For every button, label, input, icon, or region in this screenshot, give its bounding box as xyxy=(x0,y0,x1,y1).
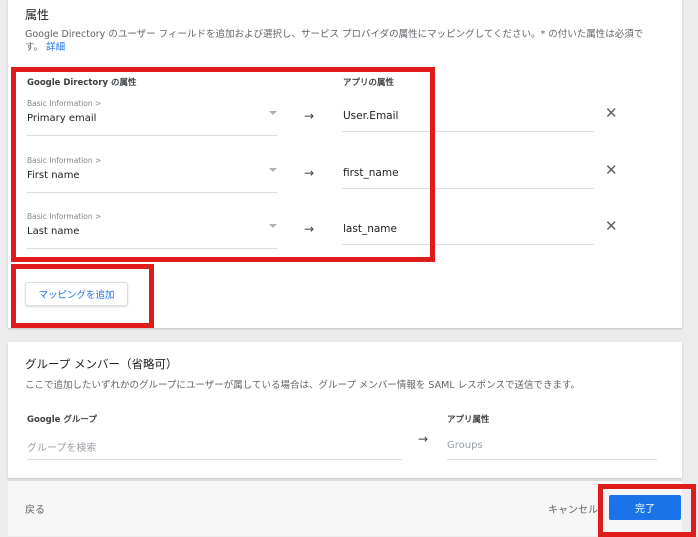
group-column-header-target: アプリ属性 xyxy=(447,415,490,425)
group-search-input[interactable]: グループを検索 xyxy=(27,433,402,460)
section-description: Google Directory のユーザー フィールドを追加および選択し、サー… xyxy=(25,29,644,53)
group-column-header-source: Google グループ xyxy=(27,415,97,425)
group-attribute-input[interactable]: Groups xyxy=(447,437,657,460)
section-title: 属性 xyxy=(25,8,50,22)
cancel-button[interactable]: キャンセル xyxy=(548,501,598,516)
back-button[interactable]: 戻る xyxy=(25,501,45,516)
highlight-box-add-button xyxy=(11,264,154,328)
footer-bar: 戻る キャンセル 完了 xyxy=(8,480,682,536)
close-icon[interactable]: ✕ xyxy=(605,217,618,235)
close-icon[interactable]: ✕ xyxy=(605,104,618,122)
details-link[interactable]: 詳細 xyxy=(46,42,65,53)
group-membership-card: グループ メンバー（省略可） ここで追加したいずれかのグループにユーザーが属して… xyxy=(8,342,682,478)
group-section-description: ここで追加したいずれかのグループにユーザーが属している場合は、グループ メンバー… xyxy=(25,380,581,391)
group-section-title: グループ メンバー（省略可） xyxy=(25,357,178,371)
highlight-box-mappings xyxy=(11,67,435,262)
group-attribute-placeholder: Groups xyxy=(447,440,483,451)
group-search-placeholder: グループを検索 xyxy=(27,443,97,454)
close-icon[interactable]: ✕ xyxy=(605,161,618,179)
arrow-right-icon: → xyxy=(418,432,429,446)
highlight-box-done-button xyxy=(598,484,696,537)
